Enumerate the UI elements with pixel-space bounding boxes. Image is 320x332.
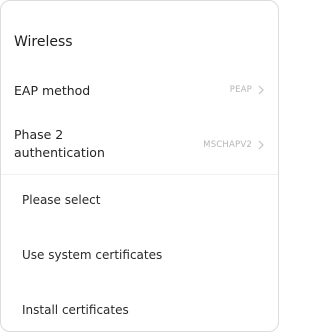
eap-method-label: EAP method bbox=[14, 83, 91, 98]
divider bbox=[1, 174, 278, 175]
phase2-value-wrap[interactable]: MSCHAPV2 bbox=[203, 139, 266, 151]
page-title: Wireless bbox=[14, 34, 73, 50]
phase2-label-line1: Phase 2 bbox=[14, 127, 64, 142]
phase2-value: MSCHAPV2 bbox=[203, 140, 252, 150]
chevron-right-icon bbox=[258, 140, 264, 150]
phase2-authentication-row[interactable]: Phase 2 authentication MSCHAPV2 bbox=[1, 126, 278, 164]
eap-method-row[interactable]: EAP method PEAP bbox=[1, 79, 278, 101]
option-use-system-certificates[interactable]: Use system certificates bbox=[22, 248, 162, 262]
eap-method-value-wrap[interactable]: PEAP bbox=[230, 84, 266, 96]
option-install-certificates[interactable]: Install certificates bbox=[22, 303, 129, 317]
dialog-frame: Wireless EAP method PEAP Phase 2 authent… bbox=[0, 0, 279, 332]
eap-method-value: PEAP bbox=[229, 85, 252, 95]
chevron-right-icon bbox=[258, 85, 264, 95]
phase2-label-line2: authentication bbox=[14, 145, 105, 160]
option-please-select[interactable]: Please select bbox=[22, 193, 100, 207]
